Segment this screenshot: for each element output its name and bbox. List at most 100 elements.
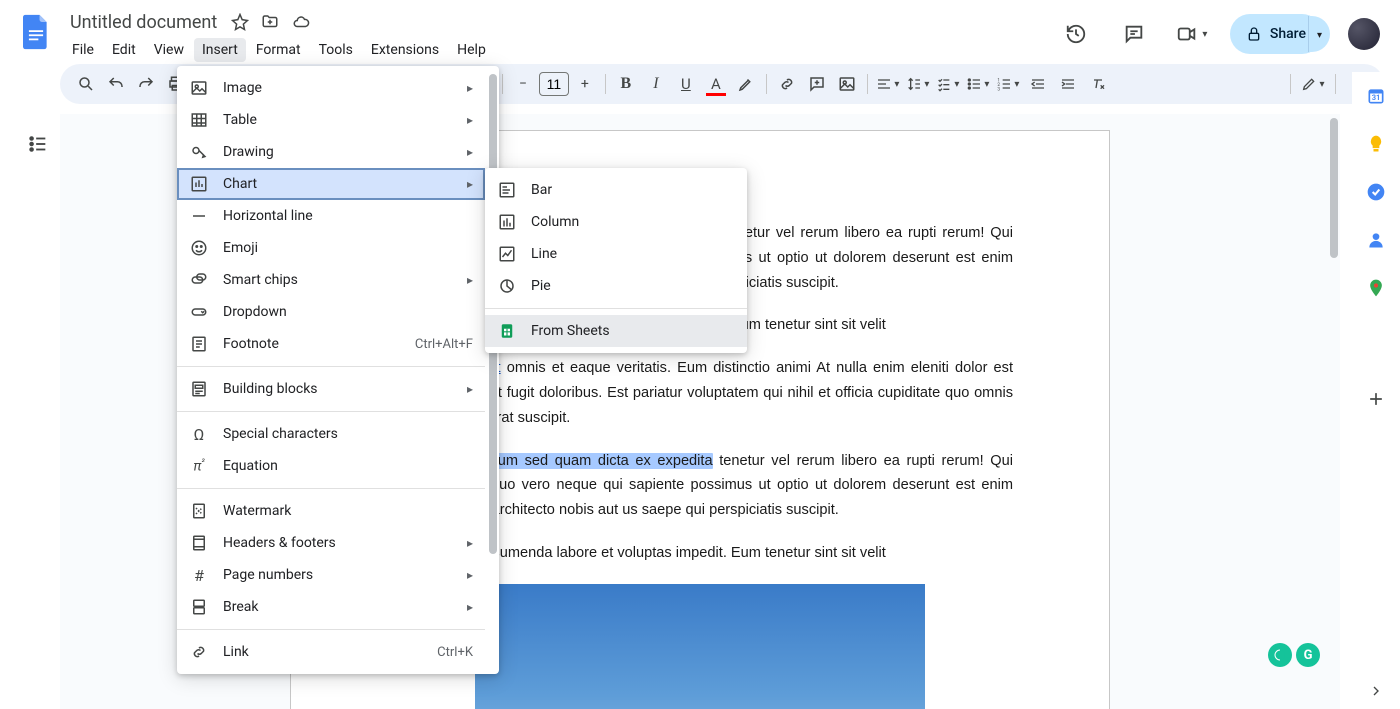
menu-extensions[interactable]: Extensions	[363, 38, 447, 62]
font-increase-button[interactable]: +	[571, 70, 599, 98]
menu-insert[interactable]: Insert	[194, 38, 246, 62]
menu-edit[interactable]: Edit	[104, 38, 144, 62]
cloud-status-icon[interactable]	[291, 13, 311, 31]
document-image[interactable]	[475, 584, 925, 709]
checklist-button[interactable]	[934, 70, 962, 98]
menu-label: Page numbers	[223, 567, 453, 583]
suggestion-badge[interactable]	[1268, 643, 1292, 667]
insert-building-blocks[interactable]: Building blocks▸	[177, 373, 485, 405]
align-button[interactable]	[874, 70, 902, 98]
insert-dropdown: Image ▸ Table▸Drawing▸Chart▸Horizontal lin…	[177, 66, 499, 674]
insert-link[interactable]: LinkCtrl+K	[177, 636, 485, 668]
insert-break[interactable]: Break▸	[177, 591, 485, 623]
insert-horizontal-line[interactable]: Horizontal line	[177, 200, 485, 232]
menu-label: Headers & footers	[223, 535, 453, 551]
add-addon-icon[interactable]	[1366, 389, 1386, 409]
history-icon[interactable]	[1056, 14, 1096, 54]
clear-format-button[interactable]	[1084, 70, 1112, 98]
menu-separator	[177, 366, 485, 367]
insert-chart[interactable]: Chart▸	[177, 168, 485, 200]
indent-increase-button[interactable]	[1054, 70, 1082, 98]
tasks-icon[interactable]	[1366, 182, 1386, 202]
insert-image-button[interactable]	[833, 70, 861, 98]
calendar-icon[interactable]: 31	[1366, 86, 1386, 106]
separator	[605, 74, 606, 94]
dropdown-scrollbar[interactable]	[485, 72, 499, 668]
insert-drawing[interactable]: Drawing▸	[177, 136, 485, 168]
submenu-arrow-icon: ▸	[467, 81, 473, 95]
show-outline-button[interactable]	[22, 128, 54, 160]
keep-icon[interactable]	[1366, 134, 1386, 154]
menu-label: Table	[223, 112, 453, 128]
redo-icon[interactable]	[132, 70, 160, 98]
font-decrease-button[interactable]: −	[509, 70, 537, 98]
insert-smart-chips[interactable]: Smart chips▸	[177, 264, 485, 296]
document-title[interactable]: Untitled document	[64, 10, 223, 35]
menu-label: Bar	[531, 182, 735, 198]
chart-line[interactable]: Line	[485, 238, 747, 270]
menu-label: Image	[223, 80, 453, 96]
insert-image[interactable]: Image ▸	[177, 72, 485, 104]
menu-label: Drawing	[223, 144, 453, 160]
insert-page-numbers[interactable]: #Page numbers▸	[177, 559, 485, 591]
grammarly-icon[interactable]: G	[1296, 643, 1320, 667]
indent-decrease-button[interactable]	[1024, 70, 1052, 98]
menu-format[interactable]: Format	[248, 38, 309, 62]
add-comment-button[interactable]	[803, 70, 831, 98]
menu-label: Break	[223, 599, 453, 615]
move-icon[interactable]	[261, 13, 279, 31]
numbered-list-button[interactable]: 123	[994, 70, 1022, 98]
dropdown-icon	[189, 302, 209, 322]
chart-from-sheets[interactable]: From Sheets	[485, 315, 747, 347]
chart-bar[interactable]: Bar	[485, 174, 747, 206]
insert-link-button[interactable]	[773, 70, 801, 98]
editing-mode-button[interactable]	[1299, 70, 1327, 98]
insert-dropdown[interactable]: Dropdown	[177, 296, 485, 328]
insert-special-characters[interactable]: ΩSpecial characters	[177, 418, 485, 450]
chart-column[interactable]: Column	[485, 206, 747, 238]
italic-button[interactable]: I	[642, 70, 670, 98]
separator	[1335, 74, 1336, 94]
scrollbar-thumb[interactable]	[1330, 118, 1338, 258]
font-size-field[interactable]	[540, 76, 568, 92]
link-icon	[189, 642, 209, 662]
insert-emoji[interactable]: Emoji	[177, 232, 485, 264]
menu-shortcut: Ctrl+Alt+F	[415, 337, 473, 352]
pi-icon: π²	[189, 456, 209, 476]
menu-help[interactable]: Help	[449, 38, 494, 62]
chart-pie[interactable]: Pie	[485, 270, 747, 302]
side-panel-collapse-icon[interactable]	[1368, 683, 1384, 699]
star-icon[interactable]	[231, 13, 249, 31]
meet-button[interactable]: ▾	[1172, 14, 1212, 54]
underline-button[interactable]: U	[672, 70, 700, 98]
line-spacing-button[interactable]	[904, 70, 932, 98]
side-panel: 31	[1352, 72, 1400, 709]
emoji-icon	[189, 238, 209, 258]
insert-watermark[interactable]: Watermark	[177, 495, 485, 527]
comments-icon[interactable]	[1114, 14, 1154, 54]
insert-equation[interactable]: π²Equation	[177, 450, 485, 482]
vertical-scrollbar[interactable]	[1328, 114, 1340, 709]
menu-separator	[177, 488, 485, 489]
docs-logo-icon[interactable]	[16, 12, 56, 52]
chart-submenu: Bar ColumnLinePie From Sheets	[485, 168, 747, 353]
search-menus-icon[interactable]	[72, 70, 100, 98]
account-avatar[interactable]	[1348, 18, 1380, 50]
headers-icon	[189, 533, 209, 553]
highlight-button[interactable]	[732, 70, 760, 98]
menu-file[interactable]: File	[64, 38, 102, 62]
bold-button[interactable]: B	[612, 70, 640, 98]
insert-headers-footers[interactable]: Headers & footers▸	[177, 527, 485, 559]
menu-tools[interactable]: Tools	[311, 38, 361, 62]
share-caret[interactable]: ▾	[1308, 16, 1330, 52]
font-size-input[interactable]	[539, 72, 569, 96]
insert-table[interactable]: Table▸	[177, 104, 485, 136]
menu-view[interactable]: View	[146, 38, 192, 62]
contacts-icon[interactable]	[1366, 230, 1386, 250]
text-color-button[interactable]: A	[702, 70, 730, 98]
maps-icon[interactable]	[1366, 278, 1386, 298]
menu-shortcut: Ctrl+K	[437, 645, 473, 660]
undo-icon[interactable]	[102, 70, 130, 98]
bullet-list-button[interactable]	[964, 70, 992, 98]
insert-footnote[interactable]: FootnoteCtrl+Alt+F	[177, 328, 485, 360]
